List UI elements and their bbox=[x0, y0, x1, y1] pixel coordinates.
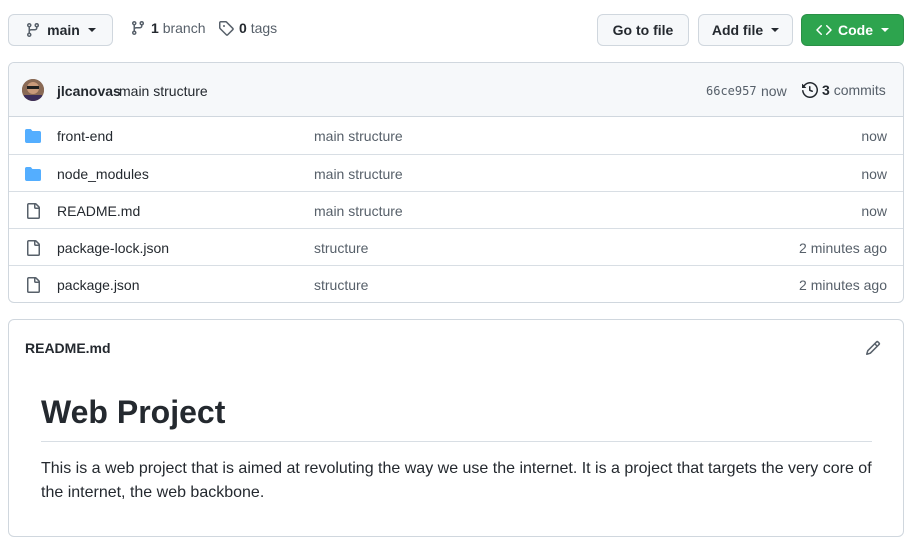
code-icon bbox=[816, 24, 832, 36]
tag-text: tags bbox=[250, 20, 278, 36]
readme-filename[interactable]: README.md bbox=[25, 340, 111, 356]
file-age: now bbox=[861, 166, 887, 182]
git-branch-icon bbox=[131, 21, 144, 36]
file-commit-message[interactable]: main structure bbox=[314, 203, 403, 219]
file-icon bbox=[27, 203, 40, 219]
tags-link[interactable]: 0 tags bbox=[218, 20, 277, 36]
file-commit-message[interactable]: structure bbox=[314, 277, 368, 293]
commit-text: commits bbox=[833, 82, 886, 98]
file-age: now bbox=[861, 203, 887, 219]
go-to-file-button[interactable]: Go to file bbox=[597, 14, 689, 46]
commits-history-link[interactable]: 3 commits bbox=[802, 82, 886, 98]
branches-link[interactable]: 1 branch bbox=[130, 20, 206, 36]
pencil-icon[interactable] bbox=[865, 340, 881, 356]
commit-sha-link[interactable]: 66ce957 bbox=[706, 84, 757, 98]
branch-name: main bbox=[47, 22, 80, 38]
file-icon bbox=[27, 240, 40, 256]
file-row-node-modules[interactable]: node_modules main structure now bbox=[9, 154, 903, 191]
chevron-down-icon bbox=[881, 28, 889, 32]
git-branch-icon bbox=[27, 23, 40, 38]
tag-icon bbox=[219, 21, 234, 36]
file-row-front-end[interactable]: front-end main structure now bbox=[9, 117, 903, 154]
file-commit-message[interactable]: main structure bbox=[314, 128, 403, 144]
folder-icon bbox=[25, 129, 41, 143]
file-browser: jlcanovas main structure 66ce957 now 3 c… bbox=[8, 62, 904, 303]
file-commit-message[interactable]: structure bbox=[314, 240, 368, 256]
commit-author-link[interactable]: jlcanovas bbox=[57, 83, 121, 99]
file-row-readme[interactable]: README.md main structure now bbox=[9, 191, 903, 228]
code-label: Code bbox=[838, 22, 873, 38]
file-row-package[interactable]: package.json structure 2 minutes ago bbox=[9, 265, 903, 302]
code-button[interactable]: Code bbox=[801, 14, 904, 46]
file-age: now bbox=[861, 128, 887, 144]
file-row-package-lock[interactable]: package-lock.json structure 2 minutes ag… bbox=[9, 228, 903, 265]
go-to-file-label: Go to file bbox=[612, 22, 674, 38]
tag-count: 0 bbox=[239, 20, 247, 36]
branch-count: 1 bbox=[151, 20, 159, 36]
add-file-label: Add file bbox=[711, 22, 764, 38]
readme-body: This is a web project that is aimed at r… bbox=[41, 460, 872, 501]
file-commit-message[interactable]: main structure bbox=[314, 166, 403, 182]
file-name-link[interactable]: README.md bbox=[57, 203, 140, 219]
branch-selector-button[interactable]: main bbox=[8, 14, 113, 46]
folder-icon bbox=[25, 167, 41, 181]
commit-time: now bbox=[761, 83, 787, 99]
file-icon bbox=[27, 277, 40, 293]
file-name-link[interactable]: front-end bbox=[57, 128, 113, 144]
readme-panel: README.md Web Project This is a web proj… bbox=[8, 319, 904, 537]
latest-commit-bar: jlcanovas main structure 66ce957 now 3 c… bbox=[9, 63, 903, 117]
file-age: 2 minutes ago bbox=[799, 277, 887, 293]
file-name-link[interactable]: node_modules bbox=[57, 166, 149, 182]
file-name-link[interactable]: package.json bbox=[57, 277, 140, 293]
add-file-button[interactable]: Add file bbox=[698, 14, 793, 46]
history-icon bbox=[802, 82, 818, 98]
file-name-link[interactable]: package-lock.json bbox=[57, 240, 169, 256]
readme-heading: Web Project bbox=[41, 392, 872, 442]
file-age: 2 minutes ago bbox=[799, 240, 887, 256]
commit-count: 3 bbox=[822, 82, 830, 98]
branch-text: branch bbox=[162, 20, 206, 36]
commit-message-link[interactable]: main structure bbox=[119, 83, 208, 99]
chevron-down-icon bbox=[87, 28, 96, 32]
chevron-down-icon bbox=[771, 28, 780, 32]
avatar[interactable] bbox=[22, 79, 44, 101]
